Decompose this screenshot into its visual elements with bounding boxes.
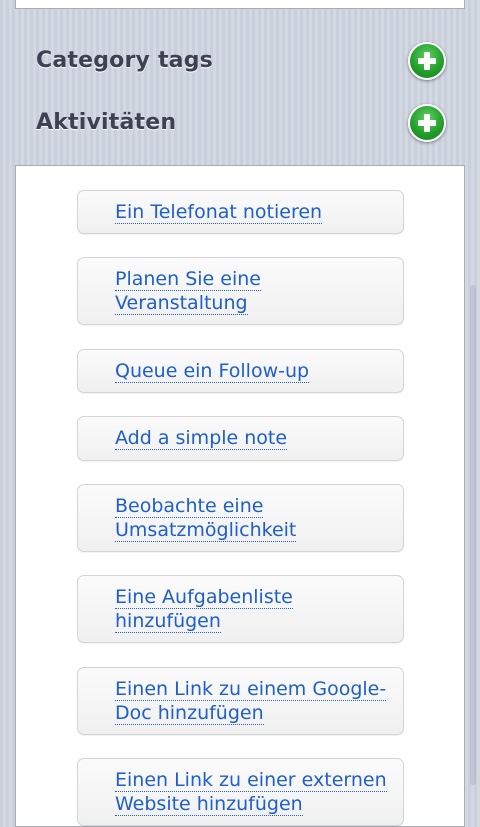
activity-link[interactable]: Queue ein Follow-up	[115, 360, 310, 383]
activity-link[interactable]: Ein Telefonat notieren	[115, 201, 323, 224]
activity-link[interactable]: Einen Link zu einem Google-Doc hinzufüge…	[115, 678, 387, 725]
add-category-tag-button[interactable]	[408, 42, 446, 80]
activity-plan-event[interactable]: Planen Sie eine Veranstaltung	[77, 257, 404, 325]
activity-link-external-website[interactable]: Einen Link zu einer externen Website hin…	[77, 758, 404, 826]
previous-panel	[15, 0, 465, 9]
activities-panel: Ein Telefonat notieren Planen Sie eine V…	[15, 165, 465, 827]
activity-link[interactable]: Add a simple note	[115, 427, 288, 450]
activity-queue-follow-up[interactable]: Queue ein Follow-up	[77, 349, 404, 393]
activity-link[interactable]: Einen Link zu einer externen Website hin…	[115, 769, 387, 816]
activity-link[interactable]: Eine Aufgabenliste hinzufügen	[115, 586, 293, 633]
scrollbar[interactable]	[470, 285, 476, 785]
activity-add-task-list[interactable]: Eine Aufgabenliste hinzufügen	[77, 575, 404, 643]
activity-add-note[interactable]: Add a simple note	[77, 416, 404, 461]
activity-link-google-doc[interactable]: Einen Link zu einem Google-Doc hinzufüge…	[77, 667, 404, 735]
section-title: Category tags	[36, 48, 213, 73]
activity-link[interactable]: Beobachte eine Umsatzmöglichkeit	[115, 495, 297, 542]
section-aktivitaeten: Aktivitäten	[36, 104, 456, 144]
activity-link[interactable]: Planen Sie eine Veranstaltung	[115, 268, 261, 315]
activity-track-opportunity[interactable]: Beobachte eine Umsatzmöglichkeit	[77, 484, 404, 552]
activity-log-call[interactable]: Ein Telefonat notieren	[77, 190, 404, 234]
add-activity-button[interactable]	[408, 104, 446, 142]
section-category-tags: Category tags	[36, 42, 456, 82]
section-title: Aktivitäten	[36, 110, 177, 135]
